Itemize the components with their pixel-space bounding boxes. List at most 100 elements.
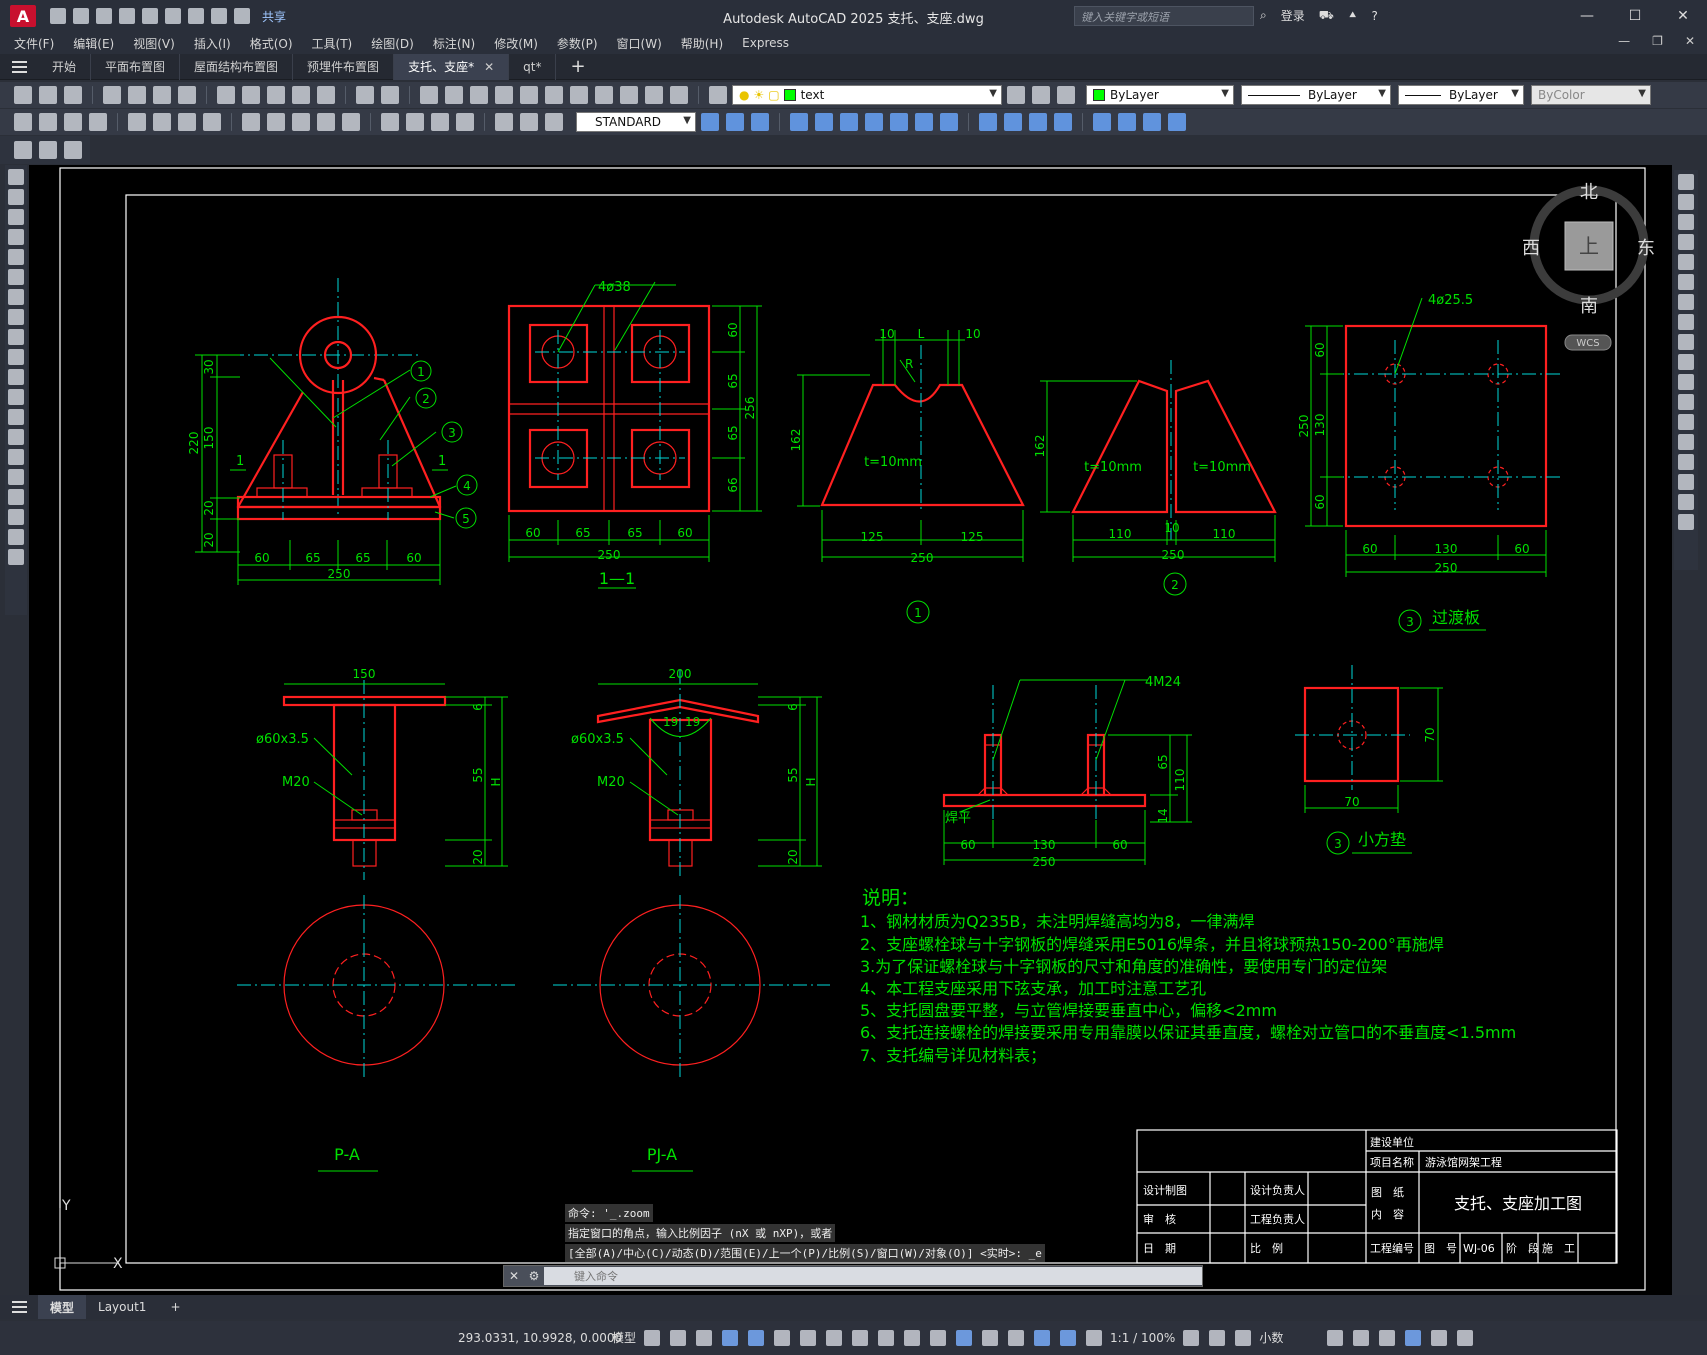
dim-edit-icon[interactable] — [495, 113, 513, 131]
lineweight-dropdown[interactable]: ByLayer ▼ — [1398, 85, 1524, 105]
ucs-world-icon[interactable] — [815, 113, 833, 131]
menu-insert[interactable]: 插入(I) — [194, 35, 231, 52]
match-properties-icon[interactable] — [292, 86, 310, 104]
properties-icon[interactable] — [520, 86, 538, 104]
ucs-z-icon[interactable] — [1093, 113, 1111, 131]
ucs-origin-icon[interactable] — [940, 113, 958, 131]
calculator-icon[interactable] — [645, 86, 663, 104]
add-layout-button[interactable]: + — [158, 1295, 192, 1319]
copy-icon[interactable] — [242, 86, 260, 104]
markup-icon[interactable] — [620, 86, 638, 104]
ucs-3point-icon[interactable] — [1004, 113, 1022, 131]
drawing-canvas[interactable]: .r { stroke:#ff2020; fill:none; stroke-w… — [29, 165, 1672, 1295]
chamfer-icon[interactable] — [1678, 454, 1694, 470]
print-icon[interactable] — [188, 8, 204, 24]
rectangle-icon[interactable] — [8, 249, 24, 265]
layer-properties-icon[interactable] — [709, 86, 727, 104]
viewcube-north[interactable]: 北 — [1580, 182, 1598, 203]
break-at-point-icon[interactable] — [1678, 394, 1694, 410]
customize-status-icon[interactable] — [1457, 1329, 1474, 1346]
dim-style-dropdown[interactable]: STANDARD ▼ — [576, 112, 696, 132]
tab-start[interactable]: 开始 — [38, 53, 92, 80]
tool-palettes-icon[interactable] — [570, 86, 588, 104]
plot-preview-icon[interactable] — [128, 86, 146, 104]
tab-layout1[interactable]: Layout1 — [86, 1295, 158, 1319]
units-value[interactable]: 小数 — [1259, 1329, 1319, 1346]
tab-qt[interactable]: qt* — [509, 53, 557, 80]
jogged-dim-icon[interactable] — [153, 113, 171, 131]
polar-tracking-icon[interactable] — [774, 1329, 791, 1346]
zoom-window-icon[interactable] — [470, 86, 488, 104]
circle-icon[interactable] — [8, 289, 24, 305]
isodraft-icon[interactable] — [800, 1329, 817, 1346]
linear-dim-icon[interactable] — [14, 113, 32, 131]
polygon-icon[interactable] — [8, 229, 24, 245]
menu-window[interactable]: 窗口(W) — [617, 35, 662, 52]
menu-draw[interactable]: 绘图(D) — [371, 35, 414, 52]
dim-text-edit-icon[interactable] — [520, 113, 538, 131]
grid-icon[interactable] — [644, 1329, 661, 1346]
arc-length-icon[interactable] — [64, 113, 82, 131]
design-center-icon[interactable] — [545, 86, 563, 104]
object-snap-icon[interactable] — [852, 1329, 869, 1346]
ortho-icon[interactable] — [748, 1329, 765, 1346]
menu-file[interactable]: 文件(F) — [14, 35, 54, 52]
viewcube[interactable]: 上 北 南 东 西 WCS — [1522, 182, 1655, 351]
autocad-logo[interactable]: A — [10, 5, 36, 27]
tolerance-icon[interactable] — [381, 113, 399, 131]
dynamic-input-icon[interactable] — [722, 1329, 739, 1346]
cloud-save-icon[interactable] — [165, 8, 181, 24]
cursor-coordinates[interactable]: 293.0331, 10.9928, 0.0000 — [458, 1331, 622, 1345]
login-button[interactable]: 登录 — [1281, 7, 1305, 24]
make-current-layer-icon[interactable] — [1007, 86, 1025, 104]
dynamic-ucs-icon[interactable] — [982, 1329, 999, 1346]
aligned-dim-icon[interactable] — [39, 113, 57, 131]
diameter-dim-icon[interactable] — [178, 113, 196, 131]
copy-object-icon[interactable] — [1678, 194, 1694, 210]
save-icon[interactable] — [96, 8, 112, 24]
baseline-dim-icon[interactable] — [267, 113, 285, 131]
units-icon[interactable] — [1235, 1329, 1252, 1346]
save-as-icon[interactable] — [119, 8, 135, 24]
quick-properties-icon[interactable] — [1327, 1329, 1344, 1346]
menu-view[interactable]: 视图(V) — [133, 35, 175, 52]
selection-cycling-icon[interactable] — [930, 1329, 947, 1346]
help-icon[interactable] — [670, 86, 688, 104]
angular-dim-icon[interactable] — [203, 113, 221, 131]
search-input[interactable]: 键入关键字或短语 — [1074, 6, 1254, 26]
doc-close-button[interactable]: ✕ — [1685, 34, 1695, 48]
annotation-scale[interactable]: 1:1 / 100% — [1110, 1331, 1175, 1345]
new-icon[interactable] — [14, 86, 32, 104]
minimize-button[interactable]: — — [1563, 0, 1611, 32]
redo-icon[interactable] — [234, 8, 250, 24]
autodesk-app-icon[interactable]: ⯅ — [1348, 8, 1358, 23]
make-block-icon[interactable] — [8, 409, 24, 425]
viewcube-south[interactable]: 南 — [1580, 296, 1598, 317]
continue-dim-icon[interactable] — [292, 113, 310, 131]
transparency-icon[interactable] — [904, 1329, 921, 1346]
extend-icon[interactable] — [1678, 374, 1694, 390]
menu-parametric[interactable]: 参数(P) — [557, 35, 598, 52]
layer-tool-icon[interactable] — [14, 141, 32, 159]
menu-express[interactable]: Express — [742, 36, 789, 50]
move-icon[interactable] — [1678, 274, 1694, 290]
tab-model[interactable]: 模型 — [38, 1295, 87, 1319]
array-icon[interactable] — [1678, 254, 1694, 270]
menu-icon[interactable] — [12, 54, 38, 80]
tab-roof-structure[interactable]: 屋面结构布置图 — [180, 53, 294, 80]
ucs-manager-icon[interactable] — [1168, 113, 1186, 131]
annotation-monitor-icon[interactable] — [1209, 1329, 1226, 1346]
named-ucs-icon[interactable] — [1143, 113, 1161, 131]
gizmo-icon[interactable] — [1034, 1329, 1051, 1346]
lock-ui-icon[interactable] — [1353, 1329, 1370, 1346]
menu-dimension[interactable]: 标注(N) — [433, 35, 475, 52]
infer-constraints-icon[interactable] — [696, 1329, 713, 1346]
add-selected-icon[interactable] — [8, 549, 24, 565]
layer-previous-icon[interactable] — [1032, 86, 1050, 104]
dim-break-icon[interactable] — [342, 113, 360, 131]
arc-icon[interactable] — [8, 269, 24, 285]
clean-screen-icon[interactable] — [1431, 1329, 1448, 1346]
graphics-performance-icon[interactable] — [1405, 1329, 1422, 1346]
line-icon[interactable] — [8, 169, 24, 185]
open-icon[interactable] — [39, 86, 57, 104]
